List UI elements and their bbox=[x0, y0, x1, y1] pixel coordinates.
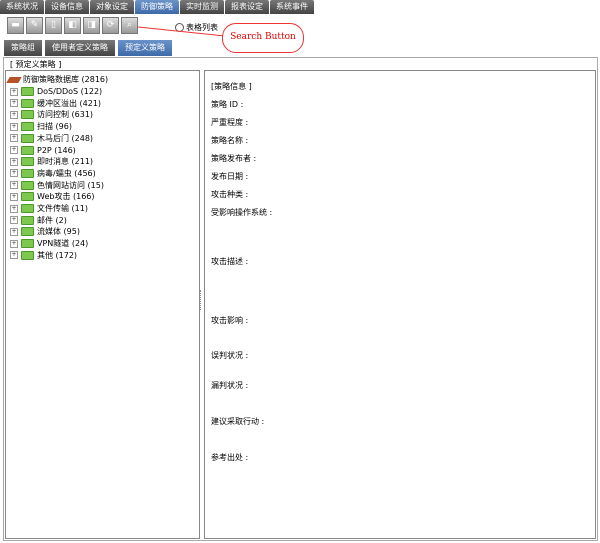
tree-node[interactable]: + VPN隧道 (24) bbox=[10, 238, 88, 249]
expand-icon[interactable]: + bbox=[10, 157, 18, 166]
tree-node-label: 色情网站访问 (15) bbox=[37, 180, 104, 190]
tree-node-label: 文件传输 (11) bbox=[37, 204, 88, 213]
tree-node-label: 木马后门 (248) bbox=[37, 133, 94, 143]
folder-icon bbox=[21, 122, 34, 132]
tree-node[interactable]: + Web攻击 (166) bbox=[10, 191, 95, 202]
detail-label: 策略发布者 : bbox=[211, 154, 257, 163]
folder-icon bbox=[21, 250, 34, 260]
tree-node[interactable]: + DoS/DDoS (122) bbox=[10, 86, 102, 97]
tree-node-label: 扫描 (96) bbox=[37, 122, 72, 132]
folder-icon bbox=[21, 239, 34, 249]
expand-icon[interactable]: + bbox=[10, 251, 18, 260]
detail-label: 攻击种类 : bbox=[211, 190, 249, 199]
tree-node-label: P2P (146) bbox=[37, 145, 76, 155]
detail-label: 建议采取行动 : bbox=[211, 417, 265, 426]
detail-label: [策略信息 ] bbox=[211, 82, 252, 91]
folder-icon bbox=[21, 215, 34, 225]
folder-icon bbox=[21, 227, 34, 237]
tree-node[interactable]: + P2P (146) bbox=[10, 145, 76, 156]
expand-icon[interactable]: + bbox=[10, 122, 18, 131]
tree-node[interactable]: + 扫描 (96) bbox=[10, 121, 72, 132]
detail-label: 漏判状况 : bbox=[211, 381, 249, 390]
detail-label: 受影响操作系统 : bbox=[211, 208, 273, 217]
policy-tree: 防御策略数据库 (2816) + DoS/DDoS (122) + 缓冲区溢出 (42… bbox=[5, 70, 200, 539]
tree-node[interactable]: + 病毒/蠕虫 (456) bbox=[10, 168, 96, 179]
tree-node-label: 流媒体 (95) bbox=[37, 227, 80, 237]
detail-label: 策略名称 : bbox=[211, 136, 249, 145]
expand-icon[interactable]: + bbox=[10, 239, 18, 248]
detail-label: 发布日期 : bbox=[211, 172, 249, 181]
splitter-handle[interactable] bbox=[200, 290, 203, 310]
detail-label: 严重程度 : bbox=[211, 118, 249, 127]
tree-root[interactable]: 防御策略数据库 (2816) bbox=[6, 74, 108, 85]
tree-node[interactable]: + 邮件 (2) bbox=[10, 215, 67, 226]
tree-node[interactable]: + 文件传输 (11) bbox=[10, 203, 88, 214]
policy-details-panel: [策略信息 ] 策略 ID : 严重程度 : 策略名称 : 策略发布者 : 发布日期 : 攻… bbox=[204, 70, 596, 539]
detail-label: 参考出处 : bbox=[211, 453, 249, 462]
tree-node-label: 病毒/蠕虫 (456) bbox=[37, 168, 96, 178]
expand-icon[interactable]: + bbox=[10, 204, 18, 213]
detail-label: 策略 ID : bbox=[211, 100, 244, 109]
expand-icon[interactable]: + bbox=[10, 227, 18, 236]
tree-node-label: 即时消息 (211) bbox=[37, 157, 94, 167]
folder-icon bbox=[21, 180, 34, 190]
folder-icon bbox=[21, 168, 34, 178]
expand-icon[interactable]: + bbox=[10, 169, 18, 178]
detail-label: 攻击描述 : bbox=[211, 257, 249, 266]
tree-node-label: 缓冲区溢出 (421) bbox=[37, 98, 102, 108]
expand-icon[interactable]: + bbox=[10, 99, 18, 108]
tree-node-label: 邮件 (2) bbox=[37, 215, 67, 225]
folder-icon bbox=[21, 110, 34, 120]
expand-icon[interactable]: + bbox=[10, 192, 18, 201]
tree-node-label: VPN隧道 (24) bbox=[37, 239, 89, 249]
expand-icon[interactable]: + bbox=[10, 216, 18, 225]
expand-icon[interactable]: + bbox=[10, 87, 18, 96]
tree-node[interactable]: + 访问控制 (631) bbox=[10, 109, 93, 120]
folder-icon bbox=[21, 192, 34, 202]
folder-icon bbox=[21, 204, 34, 213]
tree-node-label: Web攻击 (166) bbox=[37, 192, 95, 202]
search-button-callout: Search Button bbox=[222, 23, 304, 53]
expand-icon[interactable]: + bbox=[10, 181, 18, 190]
tree-node-label: 访问控制 (631) bbox=[37, 110, 94, 120]
detail-label: 误判状况 : bbox=[211, 351, 249, 360]
expand-icon[interactable]: + bbox=[10, 110, 18, 119]
tree-node[interactable]: + 即时消息 (211) bbox=[10, 156, 93, 167]
database-icon bbox=[6, 76, 22, 83]
tree-node[interactable]: + 木马后门 (248) bbox=[10, 133, 93, 144]
folder-icon bbox=[21, 87, 34, 96]
tree-node-label: DoS/DDoS (122) bbox=[37, 87, 103, 96]
folder-icon bbox=[21, 157, 34, 167]
expand-icon[interactable]: + bbox=[10, 134, 18, 143]
tree-node[interactable]: + 其他 (172) bbox=[10, 250, 77, 261]
tree-node[interactable]: + 流媒体 (95) bbox=[10, 226, 80, 237]
detail-label: 攻击影响 : bbox=[211, 316, 249, 325]
tree-node[interactable]: + 色情网站访问 (15) bbox=[10, 180, 104, 191]
folder-icon bbox=[21, 98, 34, 108]
folder-icon bbox=[21, 145, 34, 155]
folder-icon bbox=[21, 133, 34, 143]
tree-node-label: 其他 (172) bbox=[37, 250, 78, 260]
expand-icon[interactable]: + bbox=[10, 146, 18, 154]
tree-node[interactable]: + 缓冲区溢出 (421) bbox=[10, 98, 101, 109]
